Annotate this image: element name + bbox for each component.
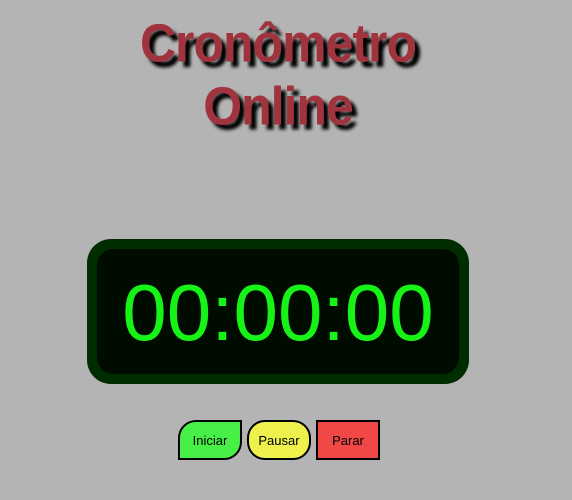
controls: Iniciar Pausar Parar <box>178 420 380 460</box>
stopwatch-display-frame: 00:00:00 <box>87 239 469 384</box>
stopwatch-display-screen: 00:00:00 <box>97 249 459 374</box>
start-button[interactable]: Iniciar <box>178 420 242 460</box>
page-title-line-1: Cronômetro <box>139 13 417 74</box>
pause-button[interactable]: Pausar <box>247 420 311 460</box>
stop-button[interactable]: Parar <box>316 420 380 460</box>
stopwatch-time: 00:00:00 <box>122 267 434 357</box>
page-title-line-2: Online <box>203 75 354 137</box>
page-title: Cronômetro Online <box>0 12 556 137</box>
